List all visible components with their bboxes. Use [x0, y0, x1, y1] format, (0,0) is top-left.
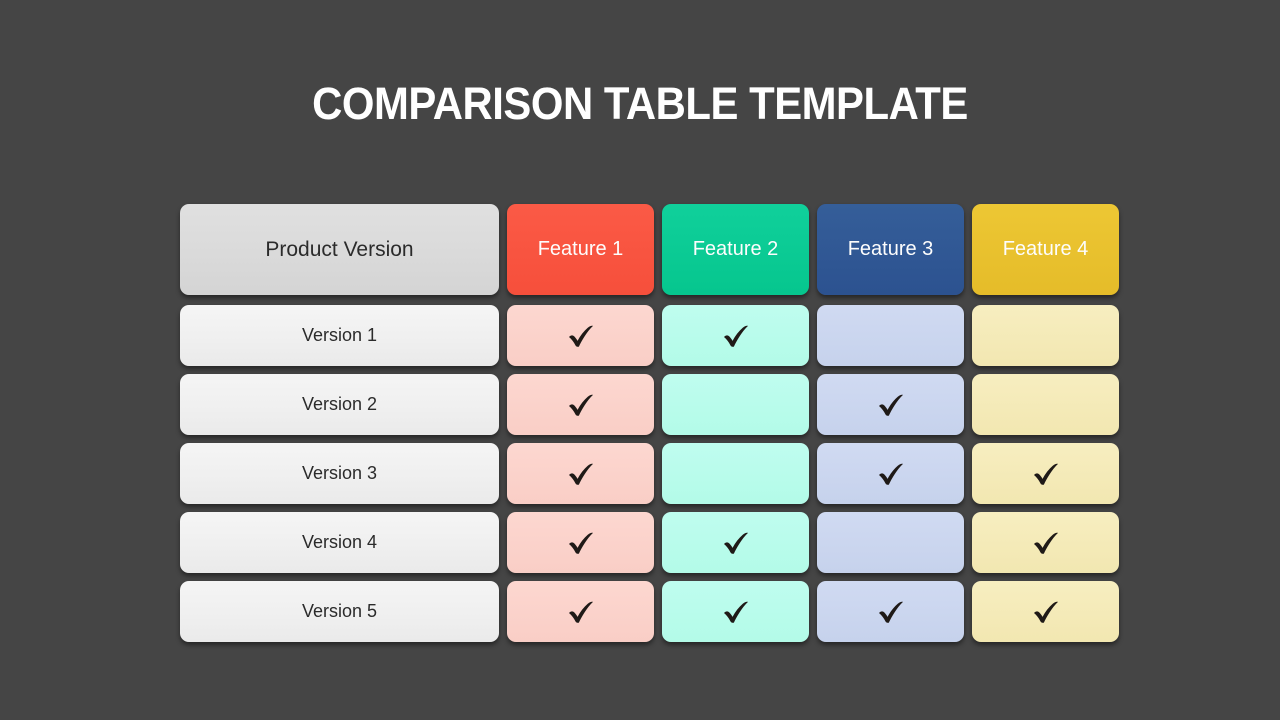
cell-feature-3[interactable]: [817, 374, 964, 435]
check-mark-icon: [721, 321, 751, 351]
cell-feature-1[interactable]: [507, 512, 654, 573]
row-label: Version 5: [301, 601, 378, 621]
check-mark-icon: [721, 597, 751, 627]
cell-feature-4[interactable]: [972, 581, 1119, 642]
cell-feature-1[interactable]: [507, 305, 654, 366]
cell-feature-2[interactable]: [662, 443, 809, 504]
check-mark-icon: [566, 390, 596, 420]
cell-feature-2[interactable]: [662, 581, 809, 642]
row-label-cell[interactable]: Version 1: [180, 305, 499, 366]
header-label-feature-1: Feature 1: [537, 238, 624, 260]
check-mark-icon: [566, 528, 596, 558]
table-row: Version 3: [180, 443, 1119, 504]
header-label-feature-2: Feature 2: [692, 238, 779, 260]
row-label-cell[interactable]: Version 2: [180, 374, 499, 435]
header-cell-feature-4[interactable]: Feature 4: [972, 204, 1119, 295]
cell-feature-1[interactable]: [507, 581, 654, 642]
comparison-table: Product Version Feature 1 Feature 2 Feat…: [180, 204, 1119, 650]
header-cell-product-version[interactable]: Product Version: [180, 204, 499, 295]
slide-canvas: COMPARISON TABLE TEMPLATE Product Versio…: [0, 0, 1280, 720]
header-label-feature-3: Feature 3: [847, 238, 934, 260]
cell-feature-4[interactable]: [972, 374, 1119, 435]
cell-feature-3[interactable]: [817, 581, 964, 642]
check-mark-icon: [566, 459, 596, 489]
table-row: Version 4: [180, 512, 1119, 573]
header-cell-feature-3[interactable]: Feature 3: [817, 204, 964, 295]
row-label: Version 2: [301, 394, 378, 414]
cell-feature-4[interactable]: [972, 305, 1119, 366]
row-label-cell[interactable]: Version 3: [180, 443, 499, 504]
cell-feature-4[interactable]: [972, 443, 1119, 504]
row-label: Version 4: [301, 532, 378, 552]
row-label-cell[interactable]: Version 4: [180, 512, 499, 573]
check-mark-icon: [721, 528, 751, 558]
check-mark-icon: [1031, 597, 1061, 627]
row-label: Version 1: [301, 325, 378, 345]
cell-feature-1[interactable]: [507, 443, 654, 504]
cell-feature-3[interactable]: [817, 512, 964, 573]
table-header-row: Product Version Feature 1 Feature 2 Feat…: [180, 204, 1119, 295]
cell-feature-3[interactable]: [817, 305, 964, 366]
cell-feature-2[interactable]: [662, 374, 809, 435]
cell-feature-4[interactable]: [972, 512, 1119, 573]
check-mark-icon: [876, 459, 906, 489]
cell-feature-2[interactable]: [662, 305, 809, 366]
table-row: Version 5: [180, 581, 1119, 642]
row-label-cell[interactable]: Version 5: [180, 581, 499, 642]
row-label: Version 3: [301, 463, 378, 483]
check-mark-icon: [876, 597, 906, 627]
check-mark-icon: [1031, 459, 1061, 489]
cell-feature-2[interactable]: [662, 512, 809, 573]
check-mark-icon: [566, 597, 596, 627]
check-mark-icon: [566, 321, 596, 351]
table-row: Version 1: [180, 305, 1119, 366]
page-title: COMPARISON TABLE TEMPLATE: [312, 78, 968, 129]
cell-feature-3[interactable]: [817, 443, 964, 504]
check-mark-icon: [876, 390, 906, 420]
header-label-feature-4: Feature 4: [1002, 238, 1089, 260]
header-cell-feature-2[interactable]: Feature 2: [662, 204, 809, 295]
header-label-product-version: Product Version: [265, 237, 414, 261]
check-mark-icon: [1031, 528, 1061, 558]
table-row: Version 2: [180, 374, 1119, 435]
header-cell-feature-1[interactable]: Feature 1: [507, 204, 654, 295]
cell-feature-1[interactable]: [507, 374, 654, 435]
